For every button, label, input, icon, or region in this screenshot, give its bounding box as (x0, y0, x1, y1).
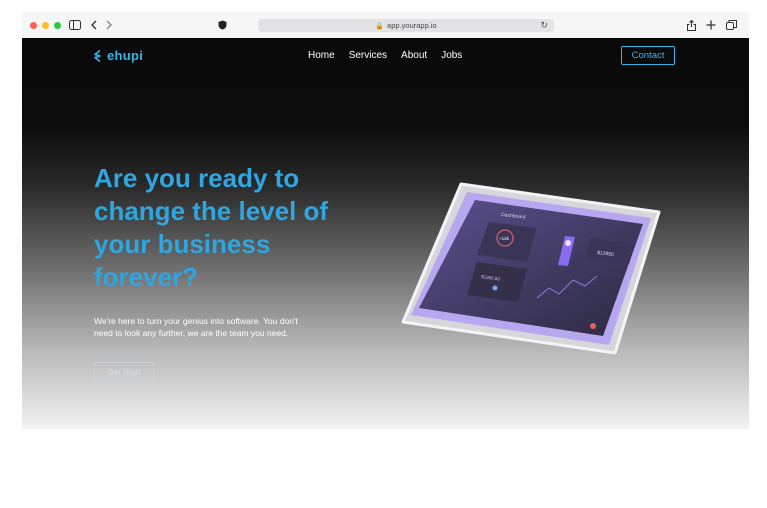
hero-headline: Are you ready to change the level of you… (94, 163, 329, 292)
browser-toolbar: 🔒 app.yourapp.io ↻ (22, 12, 749, 38)
landing-page: ehupi Home Services About Jobs Contact A… (22, 38, 749, 429)
hero-subtext: We're here to turn your genius into soft… (94, 316, 298, 338)
minimize-window-button[interactable] (42, 21, 49, 29)
earnings-dot (492, 285, 498, 291)
reload-icon[interactable]: ↻ (540, 20, 548, 31)
stat-visitors: +12k (499, 236, 510, 241)
alert-indicator (590, 323, 596, 329)
address-bar[interactable]: 🔒 app.yourapp.io ↻ (258, 19, 554, 32)
back-arrow-icon[interactable] (89, 17, 99, 33)
nav-link-services[interactable]: Services (349, 50, 387, 61)
shield-icon[interactable] (216, 17, 228, 33)
earnings-panel (467, 262, 527, 302)
nav-link-jobs[interactable]: Jobs (441, 50, 462, 61)
brand-logo[interactable]: ehupi (94, 48, 143, 63)
window-controls (30, 21, 61, 29)
share-icon[interactable] (685, 17, 697, 33)
nav-link-home[interactable]: Home (308, 50, 335, 61)
lock-icon: 🔒 (375, 22, 385, 30)
brand-mark-icon (94, 49, 101, 62)
nav-link-about[interactable]: About (401, 50, 427, 61)
zoom-window-button[interactable] (54, 21, 61, 29)
slider-knob (565, 240, 571, 246)
brand-name: ehupi (107, 48, 144, 63)
forward-arrow-icon[interactable] (104, 17, 114, 33)
main-nav: Home Services About Jobs (308, 50, 462, 61)
contact-button[interactable]: Contact (621, 46, 675, 65)
tablet-mockup: Dashboard +12k $1365.00 $12950 (401, 182, 661, 355)
tab-overview-icon[interactable] (725, 17, 737, 33)
new-tab-icon[interactable] (705, 17, 717, 33)
url-text: app.yourapp.io (387, 21, 437, 30)
close-window-button[interactable] (30, 21, 37, 29)
sidebar-toggle-icon[interactable] (68, 17, 82, 33)
get-start-button[interactable]: Get Start (94, 362, 154, 381)
